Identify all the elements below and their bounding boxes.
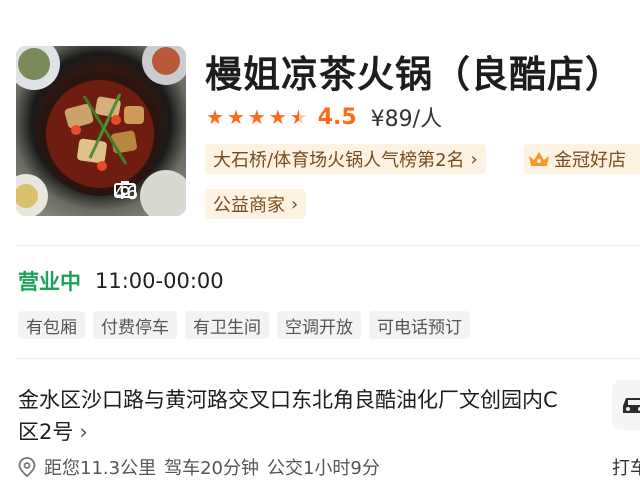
ranking-tag[interactable]: 大石桥/体育场火锅人气榜第2名 › xyxy=(205,144,486,174)
facility-tag: 空调开放 xyxy=(277,311,361,339)
food-image xyxy=(16,46,186,216)
facility-tag: 付费停车 xyxy=(93,311,177,339)
facility-tag: 有卫生间 xyxy=(185,311,269,339)
charity-tag-label: 公益商家 xyxy=(213,195,285,216)
address[interactable]: 金水区沙口路与黄河路交叉口东北角良酷油化厂文创园内C区2号 › xyxy=(18,384,578,448)
facility-tag: 有包厢 xyxy=(18,311,85,339)
half-star-icon: ★ xyxy=(289,105,308,129)
camera-icon xyxy=(114,181,136,198)
shop-title: 槾姐凉茶火锅（良酷店） xyxy=(205,53,623,96)
gold-crown-tag[interactable]: 金冠好店 xyxy=(524,144,640,174)
chevron-right-icon: › xyxy=(291,193,299,215)
crown-icon xyxy=(529,152,549,166)
star-icon: ★ xyxy=(226,105,245,129)
rating-stars: ★ ★ ★ ★ ★ xyxy=(206,107,308,127)
facility-tags: 有包厢 付费停车 有卫生间 空调开放 可电话预订 xyxy=(18,311,470,339)
star-icon: ★ xyxy=(268,105,287,129)
hours-time: 11:00-00:00 xyxy=(95,269,224,293)
rating-row[interactable]: ★ ★ ★ ★ ★ 4.5 ¥89/人 xyxy=(206,102,443,133)
drive-time: 驾车20分钟 xyxy=(164,458,259,479)
taxi-label: 打车 xyxy=(612,458,640,479)
charity-tag[interactable]: 公益商家 › xyxy=(205,189,307,219)
business-hours[interactable]: 营业中 11:00-00:00 xyxy=(18,266,224,296)
car-icon xyxy=(623,398,640,413)
photo-count: 46 xyxy=(114,180,138,206)
chevron-right-icon: › xyxy=(470,148,478,170)
ranking-tag-label: 大石桥/体育场火锅人气榜第2名 xyxy=(213,150,465,171)
avg-price: ¥89/人 xyxy=(370,107,443,132)
star-icon: ★ xyxy=(206,105,224,129)
distance-text: 距您11.3公里 xyxy=(44,458,157,479)
star-icon: ★ xyxy=(247,105,266,129)
shop-photo[interactable]: 46 xyxy=(16,46,186,216)
distance-info: 距您11.3公里 驾车20分钟 公交1小时9分 xyxy=(18,452,380,482)
taxi-button-bg xyxy=(612,380,640,430)
open-status: 营业中 xyxy=(18,270,81,294)
rating-score: 4.5 xyxy=(317,104,357,130)
divider xyxy=(16,358,640,359)
transit-time: 公交1小时9分 xyxy=(266,458,380,479)
gold-crown-label: 金冠好店 xyxy=(554,150,626,171)
facility-tag: 可电话预订 xyxy=(369,311,470,339)
address-text: 金水区沙口路与黄河路交叉口东北角良酷油化厂文创园内C区2号 xyxy=(18,388,558,444)
divider xyxy=(16,245,640,246)
chevron-right-icon: › xyxy=(79,420,88,444)
taxi-button[interactable]: 打车 xyxy=(608,380,640,500)
location-pin-icon xyxy=(18,457,36,477)
